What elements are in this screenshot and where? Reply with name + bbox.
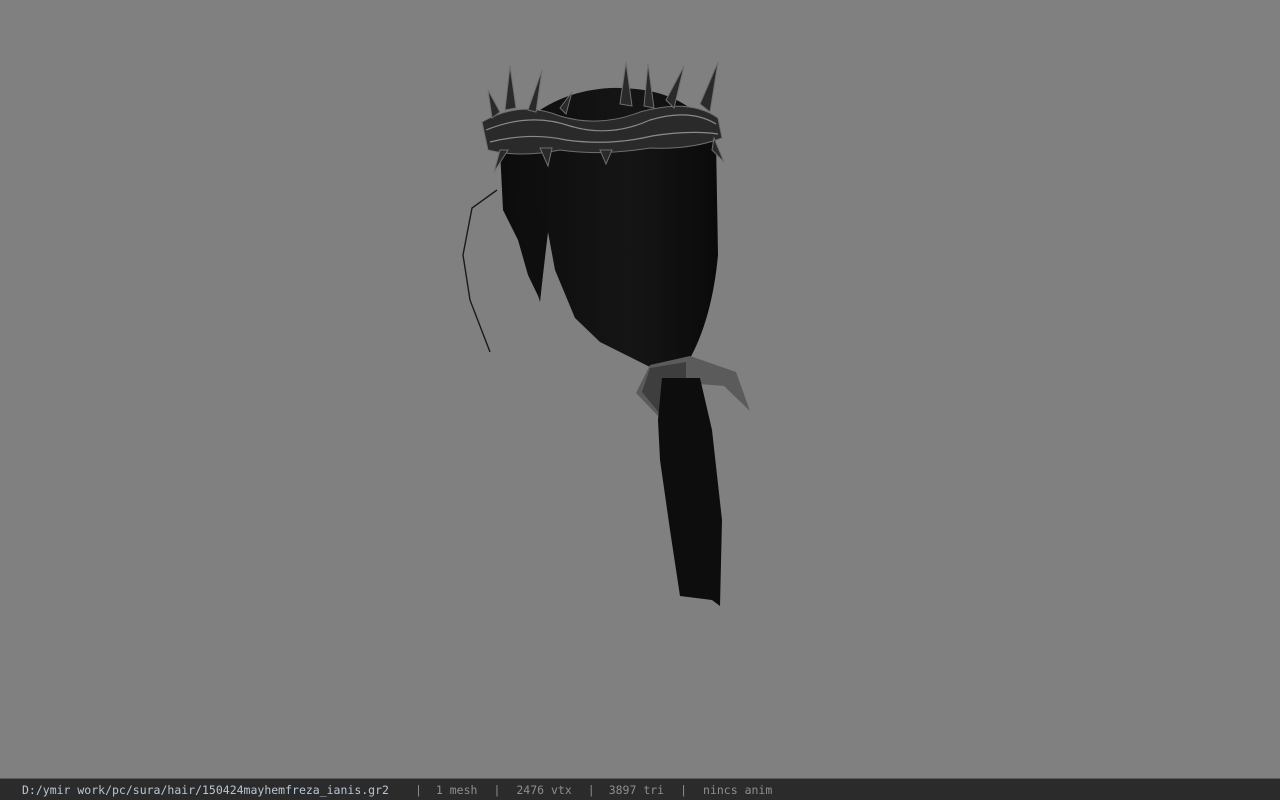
separator: |: [587, 782, 595, 797]
triangle-count: 3897 tri: [608, 782, 665, 797]
file-path: D:/ymir work/pc/sura/hair/150424mayhemfr…: [22, 782, 389, 797]
hair-strand: [462, 189, 498, 353]
model-render: [462, 61, 750, 606]
animation-status: nincs anim: [703, 782, 773, 797]
separator: |: [680, 782, 688, 797]
ponytail: [658, 378, 722, 606]
status-bar: D:/ymir work/pc/sura/hair/150424mayhemfr…: [0, 778, 1280, 800]
separator: |: [493, 782, 501, 797]
mesh-count: 1 mesh: [435, 782, 478, 797]
separator: |: [414, 782, 422, 797]
3d-viewport[interactable]: [0, 0, 1280, 778]
vertex-count: 2476 vtx: [516, 782, 572, 797]
